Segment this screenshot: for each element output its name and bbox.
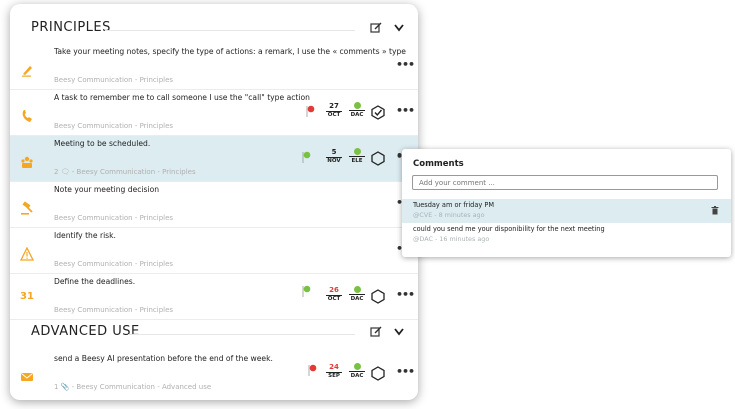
priority-flag-icon[interactable] [308, 364, 317, 376]
more-icon[interactable]: ••• [396, 365, 415, 378]
assignee-initials: DAC [349, 110, 365, 118]
priority-flag-icon[interactable] [302, 151, 311, 163]
list-item-selected[interactable]: Meeting to be scheduled. 2 🗨 - Beesy Com… [10, 136, 418, 182]
edit-icon[interactable] [370, 22, 382, 34]
user-status-dot [353, 148, 361, 155]
due-date-month: OCT [326, 295, 342, 302]
assignee[interactable]: DAC [349, 363, 365, 380]
assignee[interactable]: DAC [349, 102, 365, 119]
assignee[interactable]: DAC [349, 286, 365, 303]
pencil-icon [22, 66, 32, 77]
due-date-month: OCT [326, 111, 342, 118]
item-subtitle: Beesy Communication - Principles [54, 76, 174, 84]
due-date[interactable]: 5 NOV [326, 148, 342, 165]
status-open-icon[interactable] [371, 151, 385, 166]
due-date[interactable]: 24 SEP [326, 363, 342, 380]
user-status-dot [353, 102, 361, 109]
list-item[interactable]: A task to remember me to call someone I … [10, 90, 418, 136]
comment-item[interactable]: Tuesday am or friday PM @CVE - 8 minutes… [402, 199, 731, 223]
due-date-month: NOV [326, 157, 342, 164]
item-subtitle: 2 🗨 - Beesy Communication - Principles [54, 168, 196, 176]
item-subtitle: Beesy Communication - Principles [54, 214, 174, 222]
more-icon[interactable]: ••• [396, 104, 415, 117]
comments-panel: Comments Tuesday am or friday PM @CVE - … [402, 149, 731, 257]
item-title: A task to remember me to call someone I … [54, 93, 310, 102]
trash-icon[interactable] [711, 206, 719, 215]
list-item[interactable]: Note your meeting decision Beesy Communi… [10, 182, 418, 228]
chevron-down-icon[interactable] [393, 23, 405, 33]
chevron-down-icon[interactable] [393, 327, 405, 337]
section-title: PRINCIPLES [31, 20, 111, 35]
due-date[interactable]: 26 OCT [326, 286, 342, 303]
envelope-icon [21, 373, 33, 381]
item-subtitle: Beesy Communication - Principles [54, 260, 174, 268]
due-date-day: 24 [329, 363, 339, 371]
warning-icon [20, 247, 34, 261]
status-done-icon[interactable] [371, 105, 385, 120]
due-date-day: 27 [329, 102, 339, 110]
item-title: send a Beesy AI presentation before the … [54, 354, 273, 363]
item-title: Meeting to be scheduled. [54, 139, 151, 148]
comments-title: Comments [413, 159, 464, 169]
edit-icon[interactable] [370, 326, 382, 338]
item-subtitle: Beesy Communication - Principles [54, 306, 174, 314]
comment-input[interactable] [412, 175, 718, 190]
comment-meta: @CVE - 8 minutes ago [413, 211, 485, 219]
priority-flag-icon[interactable] [302, 285, 311, 297]
list-item[interactable]: send a Beesy AI presentation before the … [10, 351, 418, 396]
assignee-initials: ELE [349, 156, 365, 165]
calendar-31-icon: 31 [20, 291, 34, 302]
comment-meta: @DAC - 16 minutes ago [413, 235, 490, 243]
assignee-initials: DAC [349, 294, 365, 302]
comment-text: could you send me your disponibility for… [413, 225, 605, 233]
assignee[interactable]: ELE [349, 148, 365, 165]
divider [128, 334, 355, 335]
user-status-dot [353, 363, 361, 370]
item-title: Note your meeting decision [54, 185, 160, 194]
due-date-day: 26 [329, 286, 339, 294]
list-item[interactable]: Identify the risk. Beesy Communication -… [10, 228, 418, 274]
due-date-day: 5 [331, 148, 337, 156]
section-header-advanced-use[interactable]: ADVANCED USE [10, 314, 418, 354]
more-icon[interactable]: ••• [396, 58, 415, 71]
item-subtitle: 1 📎 - Beesy Communication - Advanced use [54, 383, 212, 391]
user-status-dot [353, 286, 361, 293]
list-item[interactable]: Take your meeting notes, specify the typ… [10, 44, 418, 90]
item-title: Define the deadlines. [54, 277, 136, 286]
item-title: Identify the risk. [54, 231, 116, 240]
status-open-icon[interactable] [371, 289, 385, 304]
priority-flag-icon[interactable] [306, 105, 315, 117]
comment-text: Tuesday am or friday PM [413, 201, 495, 209]
more-icon[interactable]: ••• [396, 288, 415, 301]
item-subtitle: Beesy Communication - Principles [54, 122, 174, 130]
section-title: ADVANCED USE [31, 324, 140, 339]
meeting-icon [21, 156, 33, 168]
due-date-month: SEP [326, 372, 342, 380]
comment-item[interactable]: could you send me your disponibility for… [402, 223, 731, 247]
status-open-icon[interactable] [371, 366, 385, 381]
phone-icon [22, 110, 32, 122]
due-date[interactable]: 27 OCT [326, 102, 342, 119]
gavel-icon [21, 201, 33, 215]
item-title: Take your meeting notes, specify the typ… [54, 47, 406, 56]
assignee-initials: DAC [349, 371, 365, 379]
divider [105, 30, 355, 31]
task-list-card: PRINCIPLES Take your meeting notes, spec… [10, 4, 418, 400]
